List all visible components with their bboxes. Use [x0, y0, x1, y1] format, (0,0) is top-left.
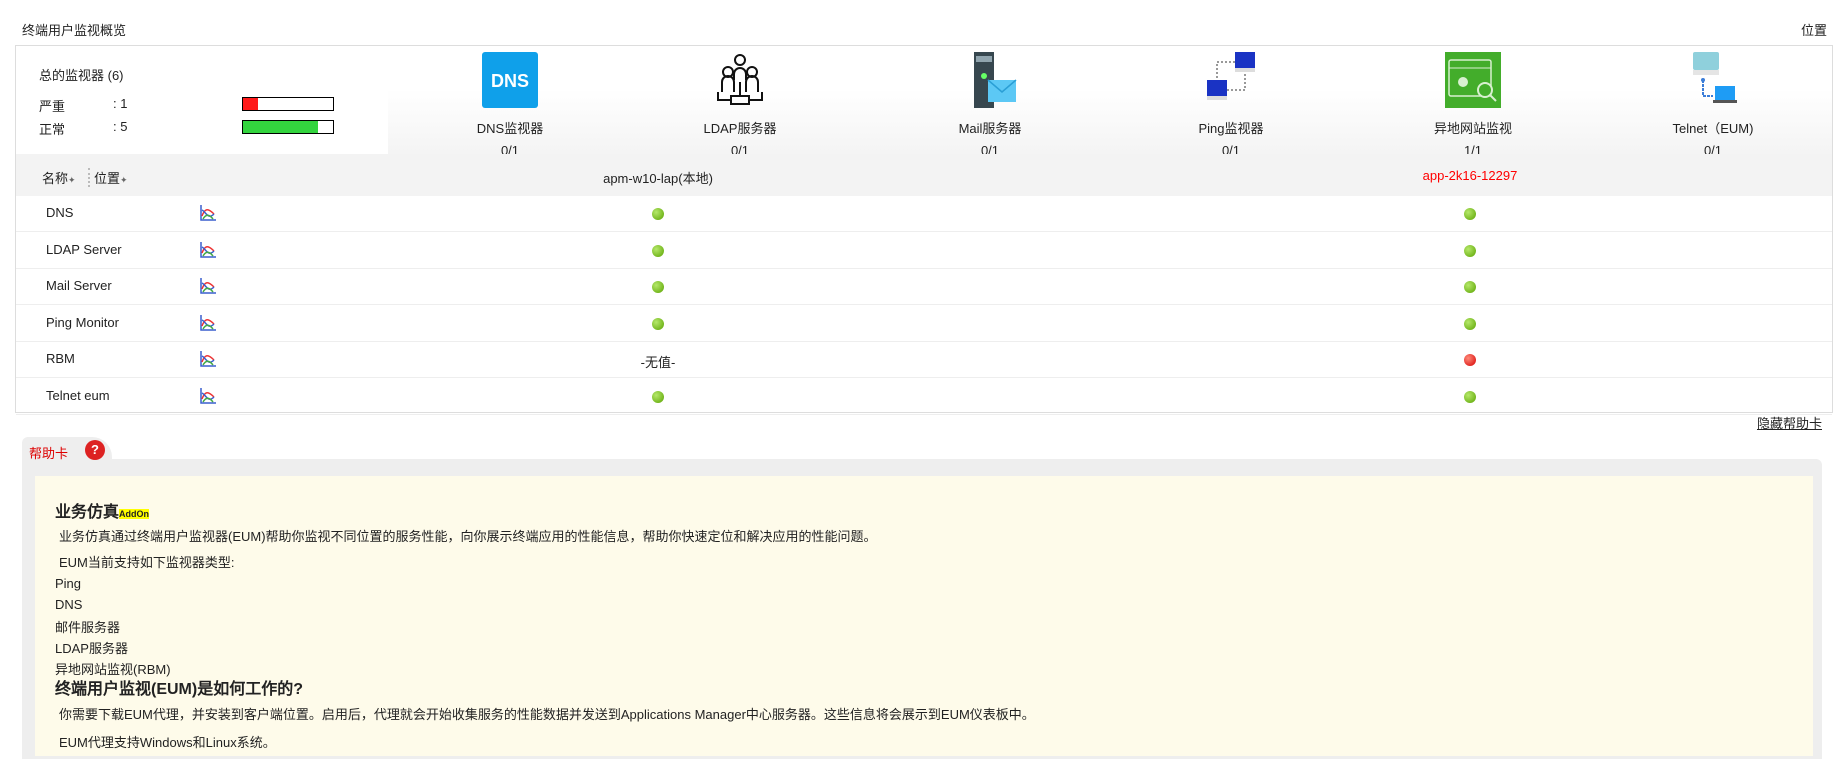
monitor-name[interactable]: LDAP Server — [46, 242, 122, 257]
type-ldap[interactable]: LDAP服务器 0/1 — [640, 52, 840, 158]
sort-location[interactable]: 位置✦ — [88, 168, 128, 187]
critical-row[interactable]: 严重 : 1 — [39, 96, 379, 114]
eum-overview-panel: 总的监视器 (6) 严重 : 1 正常 : 5 DNS DNS监视器 0/1 L… — [15, 45, 1833, 415]
type-name: DNS监视器 — [476, 121, 544, 136]
status-up-icon[interactable] — [652, 208, 664, 220]
sort-icon: ✦ — [120, 175, 128, 185]
help-content: 业务仿真AddOn 业务仿真通过终端用户监视器(EUM)帮助你监视不同位置的服务… — [35, 476, 1813, 756]
svg-text:DNS: DNS — [491, 71, 529, 91]
help-heading: 业务仿真AddOn — [55, 498, 150, 522]
status-up-icon[interactable] — [652, 317, 664, 330]
monitor-name[interactable]: Telnet eum — [46, 388, 110, 403]
status-up-icon[interactable] — [652, 244, 664, 257]
location-link[interactable]: 位置 — [1801, 20, 1827, 39]
help-card-label: 帮助卡 — [29, 446, 69, 461]
mail-server-icon — [974, 52, 1017, 108]
rbm-icon — [1445, 52, 1501, 108]
addon-badge: AddOn — [119, 509, 150, 519]
clear-row[interactable]: 正常 : 5 — [39, 119, 379, 137]
page-title: 终端用户监视概览 — [22, 23, 127, 38]
monitor-name[interactable]: RBM — [46, 351, 75, 366]
hide-help-card-link[interactable]: 隐藏帮助卡 — [1757, 413, 1822, 432]
location-header[interactable]: apm-w10-lap(本地) — [603, 168, 713, 187]
monitor-name[interactable]: Ping Monitor — [46, 315, 119, 330]
help-list-item: DNS — [55, 597, 83, 612]
monitor-name[interactable]: DNS — [46, 205, 73, 220]
graph-icon[interactable] — [199, 387, 217, 405]
sort-name[interactable]: 名称✦ — [42, 168, 76, 187]
type-mail[interactable]: Mail服务器 0/1 — [890, 52, 1090, 158]
status-up-icon[interactable] — [652, 281, 664, 293]
graph-icon[interactable] — [199, 350, 217, 368]
help-paragraph: 业务仿真通过终端用户监视器(EUM)帮助你监视不同位置的服务性能，向你展示终端应… — [59, 529, 877, 544]
help-paragraph: EUM代理支持Windows和Linux系统。 — [59, 735, 276, 750]
location-header[interactable]: app-2k16-12297 — [1423, 168, 1518, 183]
table-row: RBM -无值- — [16, 342, 1832, 378]
total-monitors: 总的监视器 (6) — [39, 68, 124, 83]
graph-icon[interactable] — [199, 241, 217, 259]
clear-count: : 5 — [113, 119, 128, 134]
help-list-item: Ping — [55, 576, 82, 591]
help-icon: ? — [85, 440, 105, 460]
graph-icon[interactable] — [199, 204, 217, 222]
clear-label: 正常 — [39, 122, 66, 137]
status-up-icon[interactable] — [1464, 244, 1476, 257]
telnet-icon — [1693, 52, 1737, 103]
help-paragraph: EUM当前支持如下监视器类型: — [59, 555, 235, 570]
type-name: Ping监视器 — [1198, 121, 1264, 136]
col-location-label: 位置 — [94, 171, 121, 186]
monitor-name[interactable]: Mail Server — [46, 278, 112, 293]
type-name: Mail服务器 — [958, 121, 1022, 136]
dns-icon: DNS — [482, 52, 538, 108]
critical-label: 严重 — [39, 99, 66, 114]
status-up-icon[interactable] — [1464, 281, 1476, 293]
help-paragraph: 你需要下载EUM代理，并安装到客户端位置。启用后，代理就会开始收集服务的性能数据… — [59, 707, 1035, 722]
help-heading-how: 终端用户监视(EUM)是如何工作的? — [55, 681, 303, 698]
monitor-summary: 总的监视器 (6) 严重 : 1 正常 : 5 — [16, 46, 388, 154]
status-up-icon[interactable] — [1464, 390, 1476, 403]
table-row: Telnet eum — [16, 379, 1832, 415]
monitor-types: DNS DNS监视器 0/1 LDAP服务器 0/1 Mail服务器 0/1 P… — [388, 46, 1832, 158]
help-list-item: 邮件服务器 — [55, 620, 121, 635]
graph-icon[interactable] — [199, 314, 217, 332]
type-dns[interactable]: DNS DNS监视器 0/1 — [410, 52, 610, 158]
type-telnet[interactable]: Telnet（EUM) 0/1 — [1613, 52, 1813, 158]
type-ping[interactable]: Ping监视器 0/1 — [1131, 52, 1331, 158]
table-row: Mail Server — [16, 269, 1832, 305]
table-header: 名称✦ 位置✦ apm-w10-lap(本地) app-2k16-12297 — [16, 154, 1832, 196]
status-up-icon[interactable] — [1464, 317, 1476, 330]
graph-icon[interactable] — [199, 277, 217, 295]
ldap-icon — [717, 54, 763, 105]
status-down-icon[interactable] — [1464, 354, 1476, 366]
table-row: DNS — [16, 196, 1832, 232]
critical-count: : 1 — [113, 96, 128, 111]
no-value: -无值- — [640, 355, 676, 370]
help-list-item: LDAP服务器 — [55, 641, 128, 656]
type-rbm[interactable]: 异地网站监视 1/1 — [1373, 52, 1573, 158]
table-row: LDAP Server — [16, 233, 1832, 269]
help-card-tab[interactable]: 帮助卡? — [22, 437, 112, 463]
status-up-icon[interactable] — [1464, 208, 1476, 220]
ping-icon — [1207, 52, 1255, 100]
critical-bar — [242, 97, 334, 111]
type-name: LDAP服务器 — [703, 121, 777, 136]
type-name: 异地网站监视 — [1433, 121, 1512, 136]
type-name: Telnet（EUM) — [1672, 121, 1754, 136]
clear-bar — [242, 120, 334, 134]
col-name-label: 名称 — [42, 171, 69, 186]
sort-icon: ✦ — [68, 175, 76, 185]
status-up-icon[interactable] — [652, 390, 664, 403]
heading-text: 业务仿真 — [55, 504, 120, 521]
table-row: Ping Monitor — [16, 306, 1832, 342]
